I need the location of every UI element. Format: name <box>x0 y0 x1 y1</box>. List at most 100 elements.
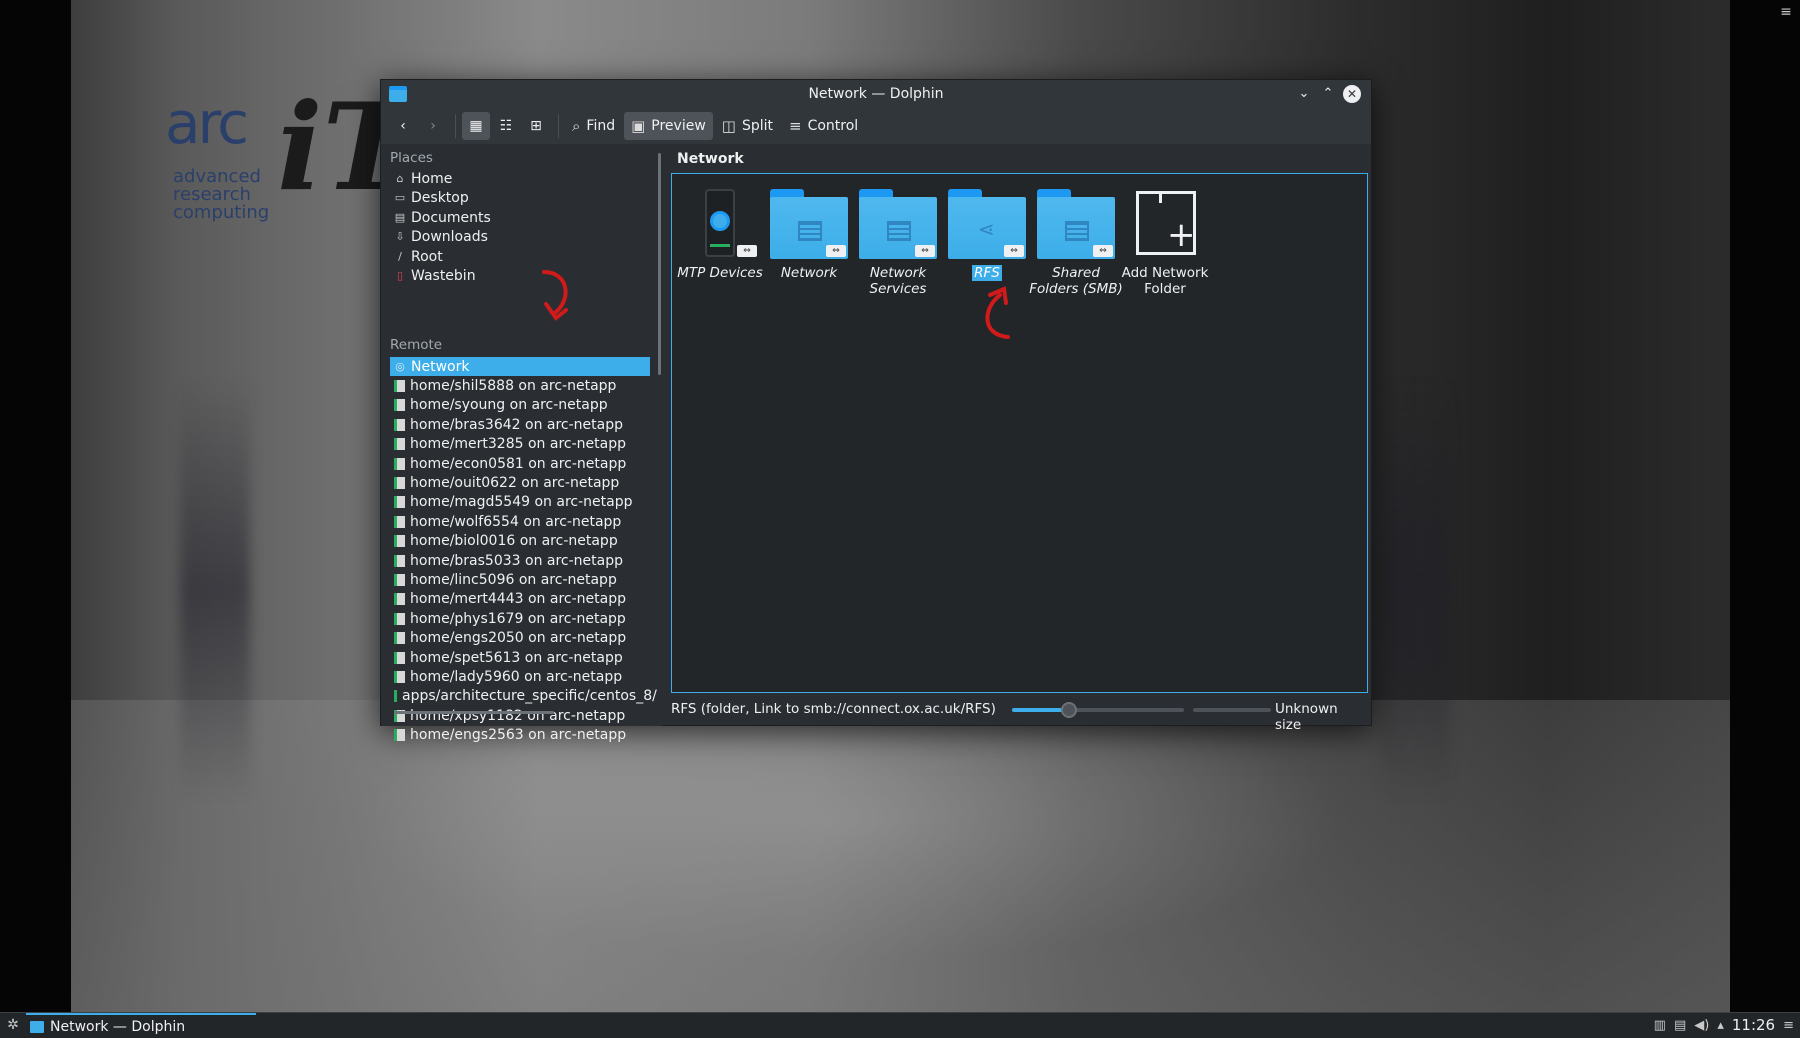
sidebar-item-remote-mount[interactable]: home/magd5549 on arc-netapp <box>390 493 650 512</box>
network-services-folder-icon: ⇔ <box>859 189 937 259</box>
free-space-bar <box>1193 708 1271 712</box>
add-folder-icon: + <box>1126 189 1204 259</box>
taskbar-task-dolphin[interactable]: Network — Dolphin <box>26 1013 256 1038</box>
back-button[interactable]: ‹ <box>389 112 417 140</box>
clipboard-tray-icon[interactable]: ▤ <box>1674 1018 1686 1033</box>
documents-icon: ▤ <box>394 210 406 224</box>
wallpaper-rack <box>180 380 250 800</box>
sidebar-item-label: home/engs2563 on arc-netapp <box>410 727 627 744</box>
dolphin-task-icon <box>30 1020 44 1033</box>
sidebar-item-remote-mount[interactable]: home/engs2563 on arc-netapp <box>390 726 650 745</box>
sidebar-vertical-scrollbar[interactable] <box>658 153 661 375</box>
network-drive-icon <box>394 379 405 392</box>
details-view-button[interactable]: ⊞ <box>522 112 550 140</box>
status-bar: RFS (folder, Link to smb://connect.ox.ac… <box>671 697 1368 733</box>
link-badge-icon: ⇔ <box>1004 245 1024 257</box>
task-label: Network — Dolphin <box>50 1018 186 1035</box>
sidebar-item-label: Home <box>411 170 453 187</box>
sidebar-item-label: home/ouit0622 on arc-netapp <box>410 474 620 491</box>
sidebar-item-remote-mount[interactable]: home/linc5096 on arc-netapp <box>390 570 650 589</box>
maximize-button[interactable]: ⌃ <box>1319 85 1337 103</box>
file-item-add-network-folder[interactable]: + Add Network Folder <box>1117 189 1213 297</box>
arc-logo: arc advanced research computing iT <box>165 78 412 228</box>
sidebar-item-remote-mount[interactable]: home/spet5613 on arc-netapp <box>390 648 650 667</box>
split-button[interactable]: ◫ Split <box>715 112 780 140</box>
sidebar-item-label: home/bras5033 on arc-netapp <box>410 552 623 569</box>
file-item-mtp-devices[interactable]: ⇔ MTP Devices <box>672 189 768 281</box>
close-button[interactable]: ✕ <box>1343 85 1361 103</box>
file-label-line: Network <box>869 265 927 281</box>
split-label: Split <box>741 118 774 134</box>
file-label-line: Folder <box>1144 281 1186 297</box>
root-icon: / <box>398 249 402 263</box>
network-drive-icon <box>394 438 405 451</box>
dolphin-window: Network — Dolphin ⌄ ⌃ ✕ ‹ › ▦ ☷ ⊞ ⌕ Find… <box>380 79 1372 743</box>
tray-expand-icon[interactable]: ▴ <box>1717 1018 1724 1033</box>
sidebar-item-desktop[interactable]: ▭ Desktop <box>390 189 650 208</box>
sidebar-item-remote-mount[interactable]: home/engs2050 on arc-netapp <box>390 629 650 648</box>
icons-view-icon: ▦ <box>469 118 483 134</box>
network-drive-icon <box>394 593 405 606</box>
sidebar-item-remote-mount[interactable]: home/phys1679 on arc-netapp <box>390 609 650 628</box>
annotation-arrow-rfs <box>985 286 1010 339</box>
find-button[interactable]: ⌕ Find <box>565 112 622 140</box>
file-item-rfs[interactable]: ⋖ ⇔ RFS <box>939 189 1035 281</box>
desktop-menu-icon[interactable]: ≡ <box>1776 2 1796 22</box>
sidebar-item-remote-mount[interactable]: home/xpsy1182 on arc-netapp <box>390 706 650 725</box>
sidebar-item-documents[interactable]: ▤ Documents <box>390 208 650 227</box>
control-label: Control <box>807 118 859 134</box>
application-launcher-icon[interactable]: ✲ <box>4 1016 22 1034</box>
desktop-edge-right <box>1730 0 1800 1012</box>
panel-options-icon[interactable]: ≡ <box>1783 1018 1794 1033</box>
sidebar-item-remote-mount[interactable]: home/ouit0622 on arc-netapp <box>390 473 650 492</box>
sidebar-item-label: home/econ0581 on arc-netapp <box>410 455 627 472</box>
sidebar-item-remote-mount[interactable]: home/lady5960 on arc-netapp <box>390 667 650 686</box>
home-icon: ⌂ <box>396 171 404 185</box>
sidebar-item-downloads[interactable]: ⇩ Downloads <box>390 228 650 247</box>
sidebar-item-home[interactable]: ⌂ Home <box>390 169 650 188</box>
sidebar-item-wastebin[interactable]: ▯ Wastebin <box>390 267 650 286</box>
volume-tray-icon[interactable]: ◀) <box>1694 1018 1709 1033</box>
sidebar-item-remote-mount[interactable]: home/biol0016 on arc-netapp <box>390 532 650 551</box>
sidebar-horizontal-scrollbar[interactable] <box>394 711 554 714</box>
zoom-slider-handle[interactable] <box>1060 702 1077 718</box>
window-titlebar[interactable]: Network — Dolphin ⌄ ⌃ ✕ <box>381 80 1371 108</box>
file-item-network[interactable]: ⇔ Network <box>761 189 857 281</box>
clock[interactable]: 11:26 <box>1732 1016 1775 1034</box>
sidebar-item-remote-mount[interactable]: home/syoung on arc-netapp <box>390 396 650 415</box>
compact-view-button[interactable]: ☷ <box>492 112 520 140</box>
zoom-slider[interactable] <box>1012 702 1184 718</box>
network-tray-icon[interactable]: ▥ <box>1654 1018 1666 1033</box>
icons-view-button[interactable]: ▦ <box>462 112 490 140</box>
logo-line: computing <box>173 202 270 223</box>
file-item-network-services[interactable]: ⇔ Network Services <box>850 189 946 297</box>
file-view[interactable]: ⇔ MTP Devices ⇔ Network ⇔ Network Servic… <box>671 173 1368 693</box>
preview-label: Preview <box>651 118 706 134</box>
sidebar-item-root[interactable]: / Root <box>390 247 650 266</box>
link-badge-icon: ⇔ <box>826 245 846 257</box>
selected-file-label: RFS <box>972 265 1002 281</box>
sidebar-item-network[interactable]: ◎ Network <box>390 357 650 376</box>
sidebar-item-remote-mount[interactable]: home/shil5888 on arc-netapp <box>390 376 650 395</box>
control-button[interactable]: ≡ Control <box>782 112 865 140</box>
file-label-line: Add Network <box>1121 265 1209 281</box>
sidebar-item-label: home/mert4443 on arc-netapp <box>410 591 626 608</box>
wallpaper-rack <box>1380 380 1450 800</box>
forward-button[interactable]: › <box>419 112 447 140</box>
sidebar-item-remote-mount[interactable]: home/mert3285 on arc-netapp <box>390 435 650 454</box>
sidebar-item-remote-mount[interactable]: home/mert4443 on arc-netapp <box>390 590 650 609</box>
sidebar-item-label: home/spet5613 on arc-netapp <box>410 649 623 666</box>
sidebar-item-remote-mount[interactable]: home/bras5033 on arc-netapp <box>390 551 650 570</box>
file-label: Add Network Folder <box>1117 265 1213 297</box>
sidebar-item-remote-mount[interactable]: apps/architecture_specific/centos_8/ <box>390 687 657 706</box>
sidebar-item-remote-mount[interactable]: home/bras3642 on arc-netapp <box>390 415 650 434</box>
sidebar-item-label: Desktop <box>411 190 469 206</box>
link-badge-icon: ⇔ <box>737 245 757 257</box>
location-label: Network <box>677 151 744 167</box>
sidebar-item-remote-mount[interactable]: home/econ0581 on arc-netapp <box>390 454 650 473</box>
preview-button[interactable]: ▣ Preview <box>624 112 713 140</box>
sidebar-item-remote-mount[interactable]: home/wolf6554 on arc-netapp <box>390 512 650 531</box>
sidebar-item-label: home/lady5960 on arc-netapp <box>410 668 623 685</box>
file-item-shared-folders-smb[interactable]: ⇔ Shared Folders (SMB) <box>1028 189 1124 297</box>
minimize-button[interactable]: ⌄ <box>1295 85 1313 103</box>
